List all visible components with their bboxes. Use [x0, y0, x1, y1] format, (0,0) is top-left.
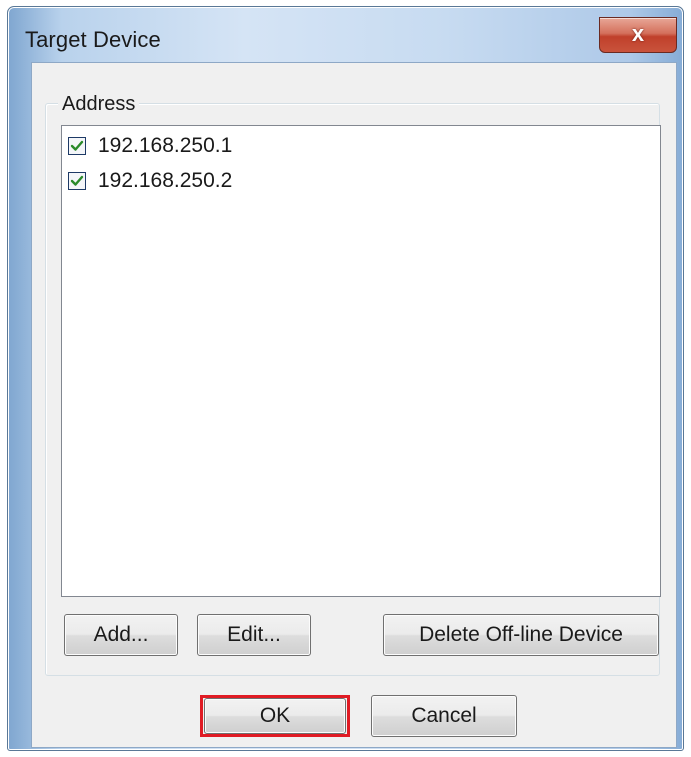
- cancel-button[interactable]: Cancel: [371, 695, 517, 737]
- ok-button-highlight: [200, 695, 350, 737]
- device-checkbox[interactable]: [68, 137, 86, 155]
- list-item[interactable]: 192.168.250.1: [68, 132, 232, 160]
- address-group-label: Address: [58, 93, 140, 116]
- address-list[interactable]: 192.168.250.1 192.168.250.2: [61, 125, 661, 597]
- dialog-window: Target Device x Address 192.168.250.1 19…: [7, 6, 684, 751]
- device-address: 192.168.250.1: [98, 134, 233, 157]
- edit-button[interactable]: Edit...: [197, 614, 311, 656]
- dialog-client-area: Address 192.168.250.1 192.168.250.2 Add.…: [31, 62, 677, 748]
- device-checkbox[interactable]: [68, 172, 86, 190]
- close-button[interactable]: x: [599, 17, 677, 53]
- window-title: Target Device: [25, 27, 161, 52]
- close-icon: x: [631, 21, 645, 46]
- list-item[interactable]: 192.168.250.2: [68, 167, 232, 195]
- checkmark-icon: [70, 140, 84, 151]
- delete-offline-device-button[interactable]: Delete Off-line Device: [383, 614, 659, 656]
- add-button[interactable]: Add...: [64, 614, 178, 656]
- checkmark-icon: [70, 175, 84, 186]
- device-address: 192.168.250.2: [98, 169, 233, 192]
